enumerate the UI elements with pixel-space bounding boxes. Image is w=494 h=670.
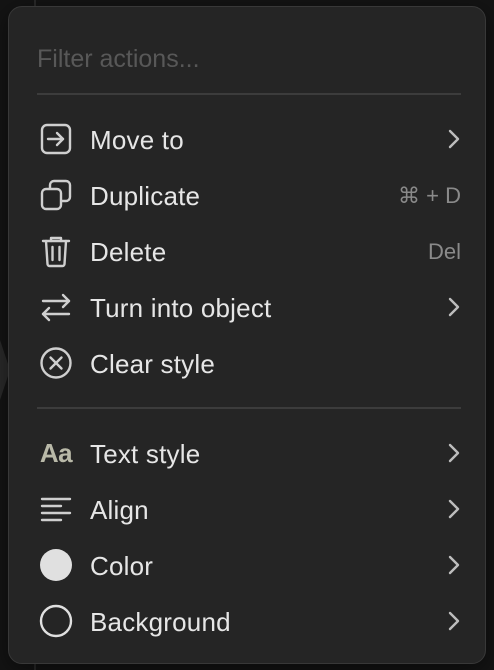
chevron-right-icon [448, 555, 460, 575]
menu-item-delete[interactable]: Delete Del [29, 225, 467, 277]
shortcut-hint: Del [427, 239, 461, 264]
menu-item-duplicate[interactable]: Duplicate ⌘ + D [29, 169, 467, 221]
menu-item-label: Duplicate [90, 181, 201, 211]
move-to-icon [39, 122, 73, 156]
menu-divider [37, 93, 461, 95]
menu-item-label: Clear style [90, 349, 216, 379]
chevron-right-icon [448, 443, 460, 463]
menu-item-background[interactable]: Background [29, 595, 467, 647]
menu-item-label: Text style [90, 439, 201, 469]
menu-item-label: Delete [90, 237, 167, 267]
menu-item-color[interactable]: Color [29, 539, 467, 591]
shortcut-hint: ⌘ + D [398, 183, 461, 208]
chevron-right-icon [448, 297, 460, 317]
align-left-icon [39, 492, 73, 526]
clear-style-icon [39, 346, 73, 380]
trash-icon [39, 234, 73, 268]
menu-item-move-to[interactable]: Move to [29, 113, 467, 165]
menu-divider [37, 407, 461, 409]
filled-circle-icon [39, 548, 73, 582]
menu-item-align[interactable]: Align [29, 483, 467, 535]
chevron-right-icon [448, 499, 460, 519]
menu-item-turn-into-object[interactable]: Turn into object [29, 281, 467, 333]
menu-item-label: Turn into object [90, 293, 272, 323]
menu-item-label: Color [90, 551, 154, 581]
chevron-right-icon [448, 129, 460, 149]
filter-actions-input[interactable] [37, 41, 457, 77]
duplicate-icon [39, 178, 73, 212]
swap-arrows-icon [39, 290, 73, 324]
chevron-right-icon [448, 611, 460, 631]
empty-circle-icon [39, 604, 73, 638]
text-style-icon: Aa [39, 437, 73, 468]
menu-item-label: Align [90, 495, 149, 525]
actions-menu: Move to Duplicate ⌘ + D Delete Del [8, 6, 486, 664]
menu-item-label: Background [90, 607, 231, 637]
menu-item-clear-style[interactable]: Clear style [29, 337, 467, 389]
menu-item-text-style[interactable]: Aa Text style [29, 427, 467, 479]
menu-item-label: Move to [90, 125, 184, 155]
